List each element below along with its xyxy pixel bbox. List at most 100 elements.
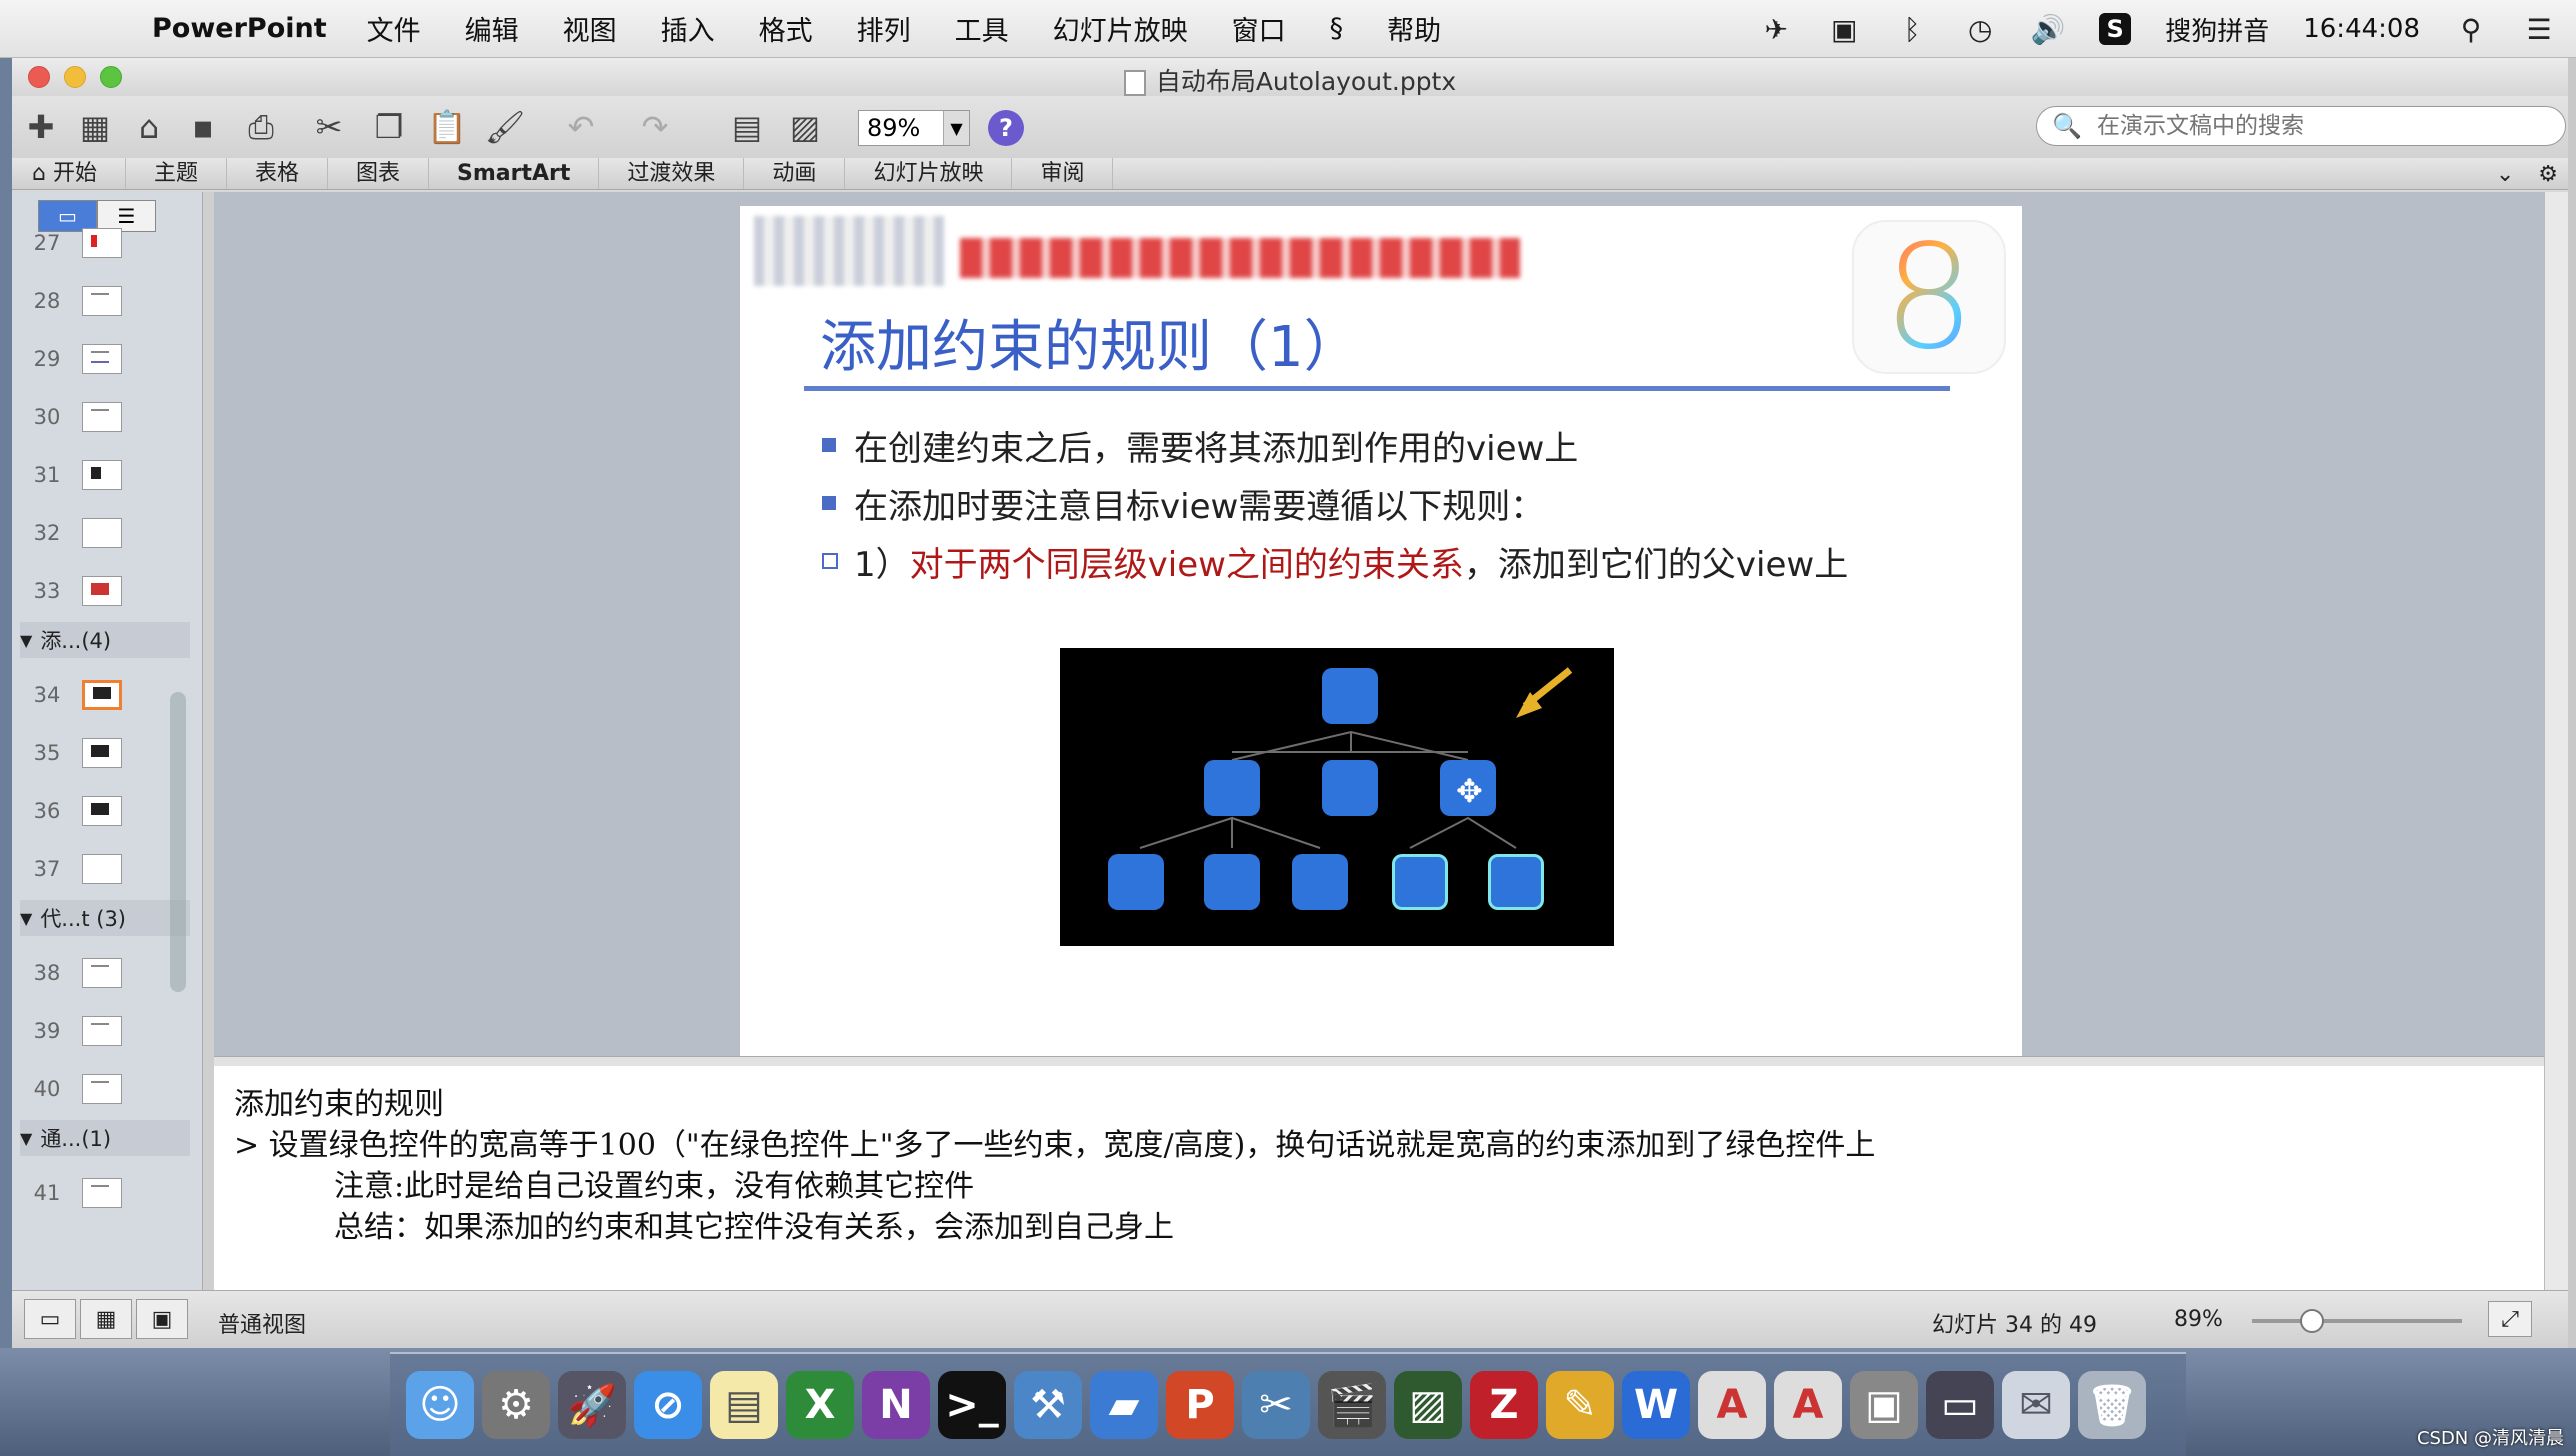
open-icon[interactable]: ⌂ — [128, 106, 170, 148]
templates-icon[interactable]: ▦ — [74, 106, 116, 148]
thumbnail-row[interactable]: 38 — [12, 944, 172, 1002]
filezilla-icon[interactable]: Z — [1470, 1371, 1538, 1439]
slide-title[interactable]: 添加约束的规则（1） — [820, 302, 1360, 383]
slide-thumbnail[interactable] — [82, 1178, 122, 1208]
format-painter-icon[interactable]: 🖌 — [484, 106, 526, 148]
menu-help[interactable]: 帮助 — [1387, 9, 1441, 48]
tools-app-icon[interactable]: ✎ — [1546, 1371, 1614, 1439]
slide-thumbnail[interactable] — [82, 460, 122, 490]
menu-arrange[interactable]: 排列 — [857, 9, 911, 48]
slide-thumbnail[interactable] — [82, 228, 122, 258]
disclosure-triangle-icon[interactable]: ▼ — [20, 631, 32, 650]
tab-review[interactable]: 审阅 — [1012, 158, 1114, 189]
slide-thumbnail[interactable] — [82, 854, 122, 884]
airplane-icon[interactable]: ✈ — [1759, 12, 1793, 46]
menu-insert[interactable]: 插入 — [661, 9, 715, 48]
normal-view-button[interactable]: ▭ — [24, 1299, 76, 1339]
thumbnail-row[interactable]: 35 — [12, 724, 172, 782]
speaker-notes[interactable]: 添加约束的规则 > 设置绿色控件的宽高等于100（"在绿色控件上"多了一些约束，… — [214, 1066, 2544, 1290]
sidebar-scrollbar[interactable] — [170, 692, 186, 992]
search-icon[interactable]: 🔍 — [2037, 112, 2097, 140]
redo-icon[interactable]: ↷ — [634, 106, 676, 148]
notes-app-icon[interactable]: ▤ — [710, 1371, 778, 1439]
ime-label[interactable]: 搜狗拼音 — [2165, 11, 2269, 48]
menu-view[interactable]: 视图 — [563, 9, 617, 48]
slide-thumbnail[interactable] — [82, 286, 122, 316]
excel-icon[interactable]: X — [786, 1371, 854, 1439]
ime-icon[interactable]: S — [2099, 13, 2132, 45]
launchpad-icon[interactable]: 🚀 — [558, 1371, 626, 1439]
new-document-icon[interactable]: ✚ — [20, 106, 62, 148]
paste-icon[interactable]: 📋 — [426, 106, 468, 148]
thumbnail-row[interactable]: 28 — [12, 272, 172, 330]
cut-icon[interactable]: ✂ — [308, 106, 350, 148]
system-preferences-icon[interactable]: ⚙ — [482, 1371, 550, 1439]
slide-thumbnail[interactable] — [82, 518, 122, 548]
scissors-app-icon[interactable]: ✂ — [1242, 1371, 1310, 1439]
trash-icon[interactable]: 🗑 — [2078, 1371, 2146, 1439]
zoom-select[interactable]: 89% ▼ — [858, 110, 970, 146]
slideshow-icon[interactable]: ▨ — [784, 106, 826, 148]
thumbnail-row[interactable]: 32 — [12, 504, 172, 562]
slide-canvas[interactable]: 添加约束的规则（1） 8 在创建约束之后，需要将其添加到作用的view上 在添加… — [740, 206, 2022, 1056]
tab-tables[interactable]: 表格 — [227, 158, 329, 189]
script-menu-icon[interactable]: § — [1330, 13, 1344, 44]
app-menu[interactable]: PowerPoint — [152, 13, 327, 44]
view-hierarchy-image[interactable]: ✥ — [1060, 648, 1614, 946]
search-field[interactable]: 🔍 — [2036, 106, 2566, 146]
app-store-doc-icon-2[interactable]: A — [1774, 1371, 1842, 1439]
thumbnail-row[interactable]: 39 — [12, 1002, 172, 1060]
clock[interactable]: 16:44:08 — [2303, 14, 2420, 44]
presenter-view-button[interactable]: ▣ — [136, 1299, 188, 1339]
slide-thumbnail[interactable] — [82, 576, 122, 606]
time-machine-icon[interactable]: ◷ — [1963, 12, 1997, 46]
gear-icon[interactable]: ⚙ — [2538, 162, 2558, 187]
search-input[interactable] — [2097, 113, 2537, 139]
menu-tools[interactable]: 工具 — [955, 9, 1009, 48]
onenote-icon[interactable]: N — [862, 1371, 930, 1439]
save-icon[interactable]: ▪ — [182, 106, 224, 148]
thumbnail-row[interactable]: 37 — [12, 840, 172, 898]
print-icon[interactable]: ⎙ — [240, 106, 282, 148]
folder-icon[interactable]: ▰ — [1090, 1371, 1158, 1439]
chevron-down-icon[interactable]: ▼ — [943, 111, 969, 145]
slide-thumbnail[interactable] — [82, 738, 122, 768]
thumbnail-row[interactable]: 29 — [12, 330, 172, 388]
menu-window[interactable]: 窗口 — [1232, 9, 1286, 48]
disclosure-triangle-icon[interactable]: ▼ — [20, 1129, 32, 1148]
slide-thumbnail[interactable] — [82, 680, 122, 710]
menu-edit[interactable]: 编辑 — [465, 9, 519, 48]
slide-sorter-button[interactable]: ▦ — [80, 1299, 132, 1339]
section-header[interactable]: ▼ 通...(1) — [20, 1120, 190, 1156]
thumbnail-row[interactable]: 33 — [12, 562, 172, 620]
slide-thumbnail[interactable] — [82, 796, 122, 826]
copy-icon[interactable]: ❐ — [368, 106, 410, 148]
slide-editor[interactable]: 添加约束的规则（1） 8 在创建约束之后，需要将其添加到作用的view上 在添加… — [214, 192, 2544, 1056]
bluetooth-icon[interactable]: ᛒ — [1895, 12, 1929, 46]
tab-charts[interactable]: 图表 — [328, 158, 430, 189]
tab-transitions[interactable]: 过渡效果 — [599, 158, 745, 189]
thumbnail-row[interactable]: 27 — [12, 214, 172, 272]
fit-to-window-icon[interactable]: ⤢ — [2488, 1301, 2532, 1337]
tab-home[interactable]: ⌂ 开始 — [12, 158, 126, 189]
thumbnail-row[interactable]: 40 — [12, 1060, 172, 1118]
safari-icon[interactable]: ⊘ — [634, 1371, 702, 1439]
notification-center-icon[interactable]: ☰ — [2522, 12, 2556, 46]
section-header[interactable]: ▼ 代...t (3) — [20, 900, 190, 936]
spotlight-icon[interactable]: ⚲ — [2454, 12, 2488, 46]
gpu-app-icon[interactable]: ▨ — [1394, 1371, 1462, 1439]
camera-icon[interactable]: ▣ — [1827, 12, 1861, 46]
slide-layout-icon[interactable]: ▤ — [726, 106, 768, 148]
word-icon[interactable]: W — [1622, 1371, 1690, 1439]
menu-file[interactable]: 文件 — [367, 9, 421, 48]
slide-thumbnail[interactable] — [82, 402, 122, 432]
tab-animations[interactable]: 动画 — [744, 158, 846, 189]
slide-thumbnail[interactable] — [82, 1074, 122, 1104]
help-icon[interactable]: ? — [988, 110, 1024, 146]
downloads-icon[interactable]: ✉ — [2002, 1371, 2070, 1439]
xcode-icon[interactable]: ⚒ — [1014, 1371, 1082, 1439]
menu-slideshow[interactable]: 幻灯片放映 — [1053, 9, 1188, 48]
powerpoint-icon[interactable]: P — [1166, 1371, 1234, 1439]
finder-icon[interactable]: ☺ — [406, 1371, 474, 1439]
tab-smartart[interactable]: SmartArt — [429, 158, 600, 189]
